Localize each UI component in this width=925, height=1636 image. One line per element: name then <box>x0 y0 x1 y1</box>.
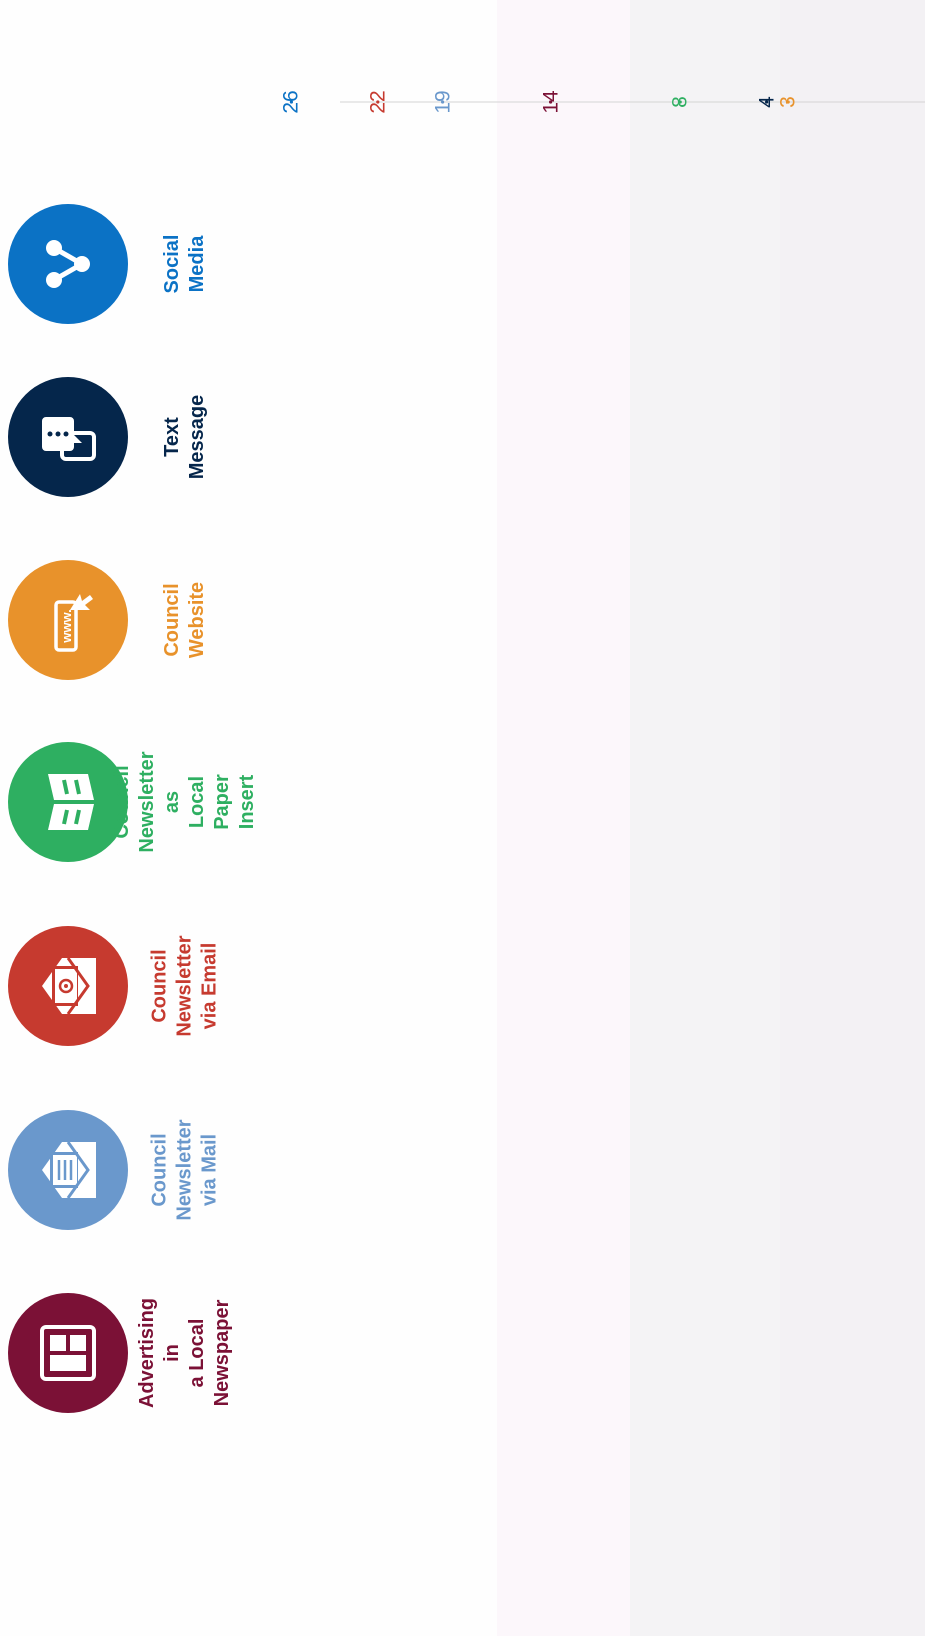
category-label: Social Media <box>161 234 208 294</box>
category-label: Council Newsletter via Email <box>148 935 221 1037</box>
value-label: 8 <box>668 96 692 108</box>
value-label: 26 <box>279 90 303 114</box>
category-item: Social Media <box>0 189 260 339</box>
category-item: Council Newsletter as Local Paper Insert <box>0 727 260 877</box>
newspaper-icon <box>8 1293 128 1413</box>
share-icon <box>8 204 128 324</box>
category-label: Council Website <box>161 581 208 659</box>
svg-text:www.: www. <box>59 609 74 643</box>
www-icon: www. <box>8 560 128 680</box>
value-label: 14 <box>539 90 563 114</box>
category-label: Advertising in a Local Newspaper <box>136 1297 233 1409</box>
email-envelope-icon <box>8 926 128 1046</box>
category-item: Text Message <box>0 362 260 512</box>
category-item: Council Newsletter via Email <box>0 911 260 1061</box>
chat-phone-icon <box>8 377 128 497</box>
category-item: Council Newsletter via Mail <box>0 1095 260 1245</box>
category-label: Text Message <box>161 394 208 480</box>
value-label: 4 <box>755 96 779 108</box>
category-item: Advertising in a Local Newspaper <box>0 1278 260 1428</box>
value-label: 19 <box>431 90 455 114</box>
mail-envelope-icon <box>8 1110 128 1230</box>
category-label: Council Newsletter as Local Paper Insert <box>111 751 258 853</box>
value-label: 22 <box>366 90 390 114</box>
value-label: 3 <box>776 96 800 108</box>
category-item: www. Council Website <box>0 545 260 695</box>
category-label: Council Newsletter via Mail <box>148 1119 221 1221</box>
